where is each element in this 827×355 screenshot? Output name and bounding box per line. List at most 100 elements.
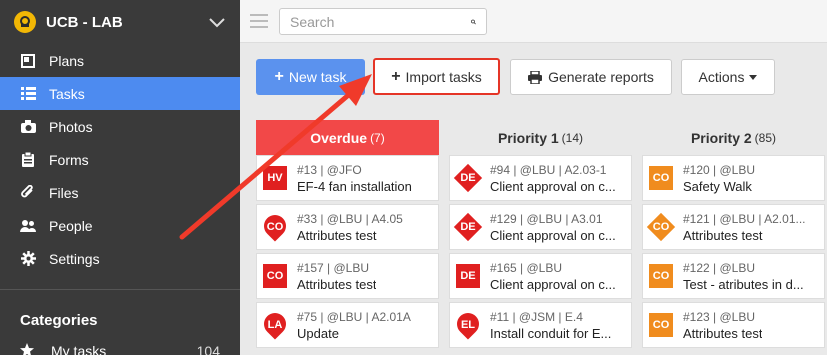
- hamburger-menu-icon[interactable]: [250, 14, 268, 28]
- task-meta: #33 | @LBU | A4.05: [297, 211, 403, 226]
- badge-text: HV: [267, 172, 283, 184]
- badge-text: CO: [652, 221, 670, 233]
- task-card[interactable]: CO #157 | @LBU Attributes test: [256, 253, 439, 299]
- import-tasks-button[interactable]: + Import tasks: [373, 58, 500, 95]
- sidebar-item-photos[interactable]: Photos: [0, 110, 240, 143]
- task-type-badge-icon: CO: [259, 210, 291, 242]
- sidebar-item-tasks[interactable]: Tasks: [0, 77, 240, 110]
- column-overdue: Overdue (7) HV #13 | @JFO EF-4 fan installat…: [256, 120, 439, 348]
- badge-text: DE: [460, 172, 476, 184]
- camera-icon: [20, 119, 36, 135]
- generate-reports-button[interactable]: Generate reports: [510, 59, 672, 95]
- actions-dropdown[interactable]: Actions: [681, 59, 775, 95]
- task-meta: #120 | @LBU: [683, 162, 756, 177]
- badge-text: EL: [460, 319, 476, 331]
- card-text: #121 | @LBU | A2.01... Attributes test: [683, 212, 806, 243]
- task-meta: #165 | @LBU: [490, 260, 563, 275]
- star-icon: [20, 342, 34, 355]
- import-tasks-label: Import tasks: [405, 68, 482, 85]
- task-meta: #13 | @JFO: [297, 162, 362, 177]
- sidebar-item-settings[interactable]: Settings: [0, 242, 240, 275]
- card-text: #11 | @JSM | E.4 Install conduit for E...: [490, 310, 611, 341]
- task-meta: #157 | @LBU: [297, 260, 370, 275]
- column-title: Priority 2: [690, 129, 752, 146]
- people-icon: [20, 218, 36, 234]
- chevron-down-icon[interactable]: [208, 13, 226, 31]
- sidebar-item-forms[interactable]: Forms: [0, 143, 240, 176]
- category-count: 104: [196, 343, 220, 355]
- list-icon: [20, 86, 36, 102]
- sidebar-item-plans[interactable]: Plans: [0, 44, 240, 77]
- task-type-badge-icon: CO: [263, 264, 287, 288]
- project-switcher[interactable]: UCB - LAB: [0, 0, 240, 44]
- task-meta: #75 | @LBU | A2.01A: [297, 309, 411, 324]
- column-priority-1: Priority 1 (14) DE #94 | @LBU | A2.03-1 Clie…: [449, 120, 632, 348]
- badge-text: LA: [267, 319, 283, 331]
- task-card[interactable]: CO #33 | @LBU | A4.05 Attributes test: [256, 204, 439, 250]
- card-text: #94 | @LBU | A2.03-1 Client approval on c…: [490, 163, 616, 194]
- task-title: Attributes test: [683, 325, 763, 341]
- sidebar-item-label: Settings: [49, 250, 100, 267]
- task-card[interactable]: HV #13 | @JFO EF-4 fan installation: [256, 155, 439, 201]
- column-header: Priority 2 (85): [642, 120, 825, 155]
- task-type-badge-icon: DE: [453, 212, 483, 242]
- task-title: Attributes test: [297, 276, 377, 292]
- task-title: Safety Walk: [683, 178, 752, 194]
- task-card[interactable]: DE #94 | @LBU | A2.03-1 Client approval on…: [449, 155, 632, 201]
- task-type-badge-icon: LA: [259, 308, 291, 340]
- task-meta: #11 | @JSM | E.4: [490, 309, 583, 324]
- new-task-button[interactable]: + New task: [256, 59, 365, 95]
- task-title: Install conduit for E...: [490, 325, 612, 341]
- task-card[interactable]: LA #75 | @LBU | A2.01A Update: [256, 302, 439, 348]
- card-text: #129 | @LBU | A3.01 Client approval on c.…: [490, 212, 616, 243]
- sidebar-item-label: Forms: [49, 151, 89, 168]
- task-title: Test - atributes in d...: [683, 276, 804, 292]
- task-meta: #129 | @LBU | A3.01: [490, 211, 603, 226]
- task-type-badge-icon: CO: [649, 313, 673, 337]
- task-card[interactable]: EL #11 | @JSM | E.4 Install conduit for E.…: [449, 302, 632, 348]
- task-title: Attributes test: [297, 227, 377, 243]
- generate-reports-label: Generate reports: [548, 69, 654, 85]
- caret-down-icon: [749, 74, 758, 80]
- project-name: UCB - LAB: [46, 13, 123, 31]
- sidebar-item-label: People: [49, 217, 93, 234]
- sidebar-item-label: Photos: [49, 118, 93, 135]
- printer-icon: [528, 70, 543, 84]
- sidebar-item-label: Plans: [49, 52, 85, 69]
- task-title: Update: [297, 325, 339, 341]
- task-card[interactable]: CO #121 | @LBU | A2.01... Attributes test: [642, 204, 825, 250]
- task-type-badge-icon: CO: [646, 212, 676, 242]
- sidebar-item-people[interactable]: People: [0, 209, 240, 242]
- task-title: Attributes test: [683, 227, 763, 243]
- sidebar-item-files[interactable]: Files: [0, 176, 240, 209]
- gear-icon: [20, 251, 36, 267]
- search-icon[interactable]: [471, 15, 476, 29]
- task-card[interactable]: DE #165 | @LBU Client approval on c...: [449, 253, 632, 299]
- topbar: [240, 0, 827, 43]
- column-title: Overdue: [310, 129, 368, 146]
- column-priority-2: Priority 2 (85) CO #120 | @LBU Safety Walk CO…: [642, 120, 825, 348]
- sidebar: UCB - LAB Plans Tasks Photos Forms Files…: [0, 0, 240, 355]
- clipboard-icon: [20, 152, 36, 168]
- category-item-my-tasks[interactable]: My tasks 104: [0, 336, 240, 355]
- task-title: Client approval on c...: [490, 227, 616, 243]
- column-header: Priority 1 (14): [449, 120, 632, 155]
- task-card[interactable]: DE #129 | @LBU | A3.01 Client approval on …: [449, 204, 632, 250]
- card-text: #13 | @JFO EF-4 fan installation: [297, 163, 412, 194]
- plus-icon: +: [391, 67, 401, 85]
- badge-text: CO: [652, 270, 670, 282]
- search-input[interactable]: [290, 13, 471, 30]
- badge-text: CO: [266, 221, 284, 233]
- task-title: Client approval on c...: [490, 276, 616, 292]
- sidebar-item-label: Tasks: [49, 85, 85, 102]
- badge-text: DE: [460, 270, 476, 282]
- task-card[interactable]: CO #120 | @LBU Safety Walk: [642, 155, 825, 201]
- task-card[interactable]: CO #123 | @LBU Attributes test: [642, 302, 825, 348]
- card-list: DE #94 | @LBU | A2.03-1 Client approval on…: [449, 155, 632, 348]
- ucb-logo-icon: [14, 11, 36, 33]
- task-type-badge-icon: DE: [456, 264, 480, 288]
- task-card[interactable]: CO #122 | @LBU Test - atributes in d...: [642, 253, 825, 299]
- search-box[interactable]: [279, 8, 487, 35]
- card-list: CO #120 | @LBU Safety Walk CO #121 | @LBU | …: [642, 155, 825, 348]
- sidebar-item-label: Files: [49, 184, 79, 201]
